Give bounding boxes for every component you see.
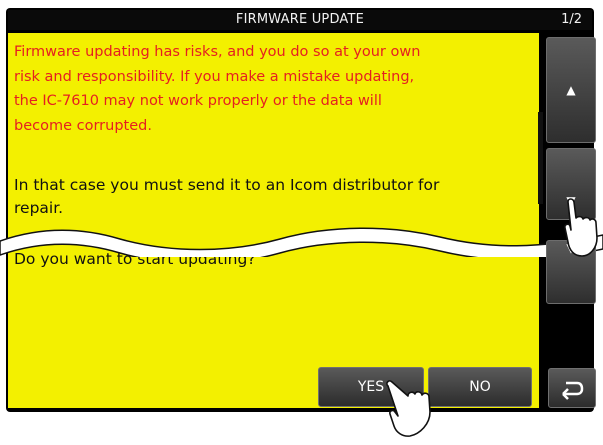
repair-text: In that case you must send it to an Icom… bbox=[14, 174, 519, 220]
page-indicator: 1/2 bbox=[561, 12, 582, 27]
title-bar: FIRMWARE UPDATE 1/2 bbox=[8, 10, 592, 30]
back-button[interactable] bbox=[548, 368, 596, 408]
warning-line: risk and responsibility. If you make a m… bbox=[14, 68, 415, 85]
triangle-up-icon: ▲ bbox=[566, 83, 576, 97]
repair-line: In that case you must send it to an Icom… bbox=[14, 176, 440, 194]
scrollbar[interactable] bbox=[538, 112, 543, 204]
warning-line: become corrupted. bbox=[14, 117, 152, 134]
warning-line: Firmware updating has risks, and you do … bbox=[14, 44, 421, 60]
pointing-hand-icon bbox=[386, 380, 431, 437]
page-title: FIRMWARE UPDATE bbox=[235, 12, 365, 27]
scroll-up-button[interactable]: ▲ bbox=[546, 37, 596, 143]
warning-line: the IC-7610 may not work properly or the… bbox=[14, 93, 382, 109]
return-arrow-icon bbox=[562, 381, 584, 400]
page-break-wave bbox=[0, 227, 603, 257]
pointing-hand-icon bbox=[564, 198, 598, 257]
warning-text: Firmware updating has risks, and you do … bbox=[14, 40, 514, 138]
